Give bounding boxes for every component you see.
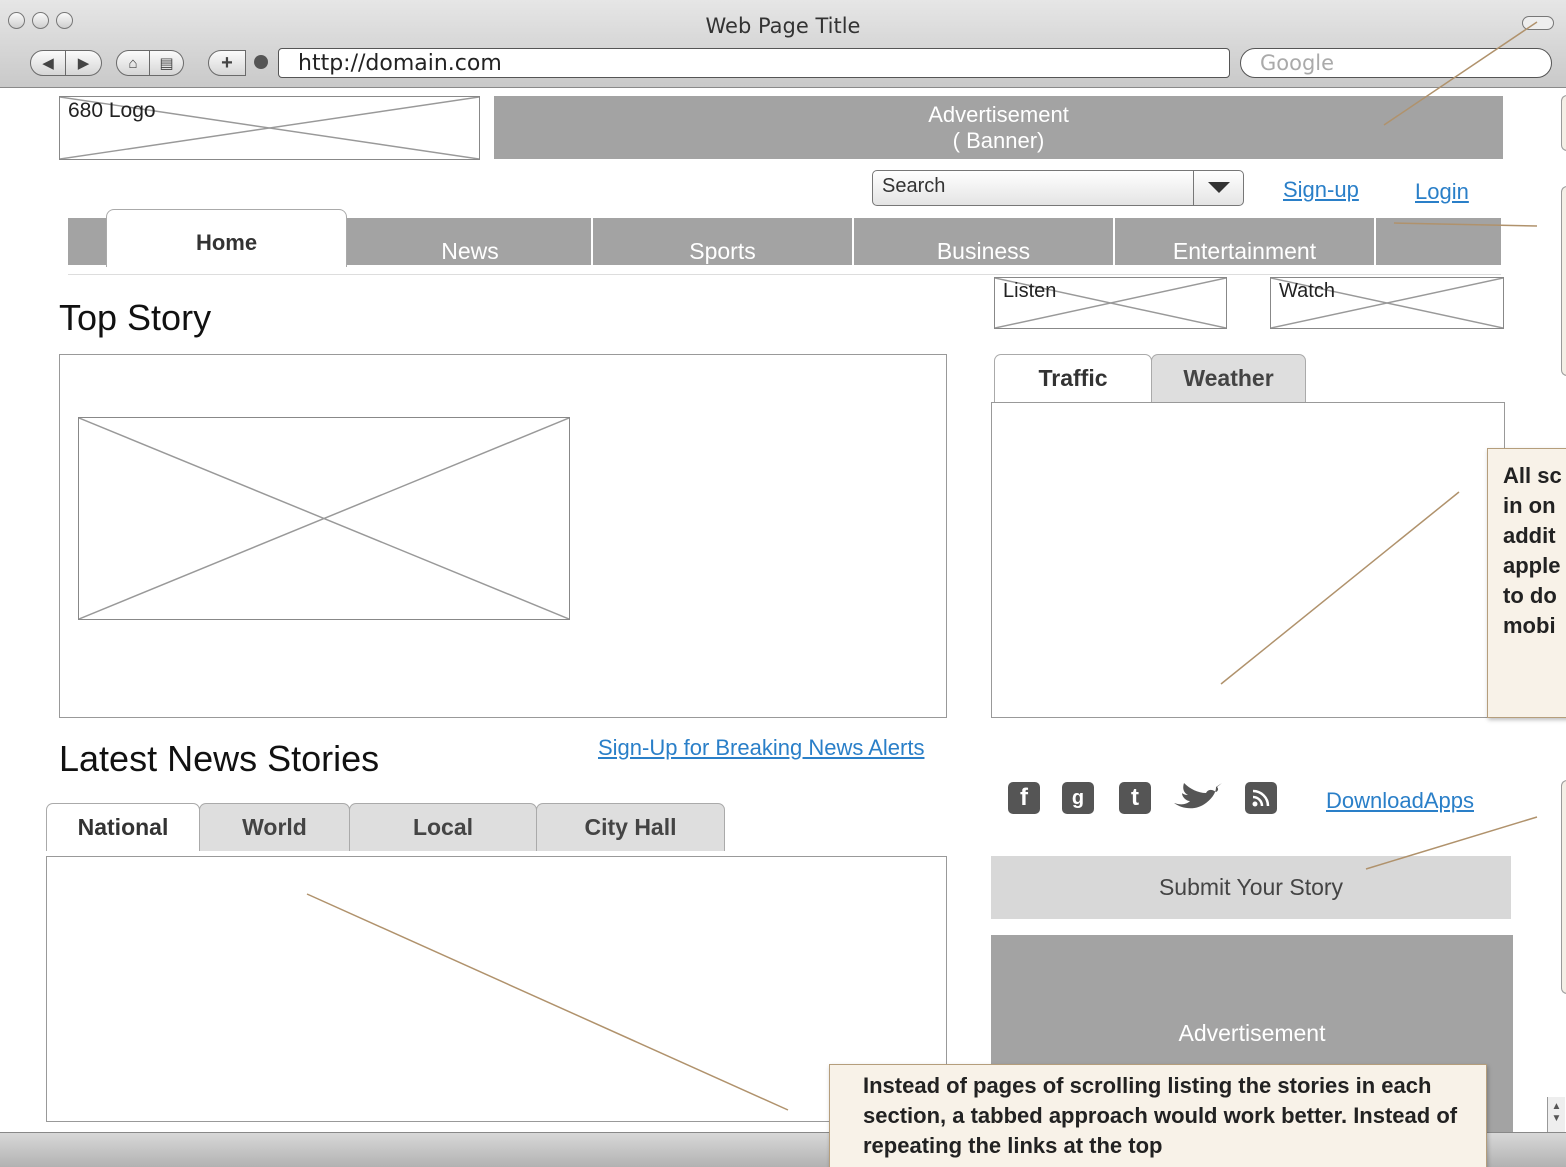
submit-story-button[interactable]: Submit Your Story <box>991 856 1511 919</box>
google-search-placeholder: Google <box>1260 51 1335 75</box>
nav-tab-home[interactable]: Home <box>106 209 347 267</box>
window-title: Web Page Title <box>705 14 861 38</box>
address-text: http://domain.com <box>298 51 502 76</box>
banner-ad-title: Advertisement <box>928 102 1069 127</box>
tab-traffic[interactable]: Traffic <box>994 354 1152 402</box>
listen-button[interactable]: Listen <box>994 277 1227 329</box>
banner-ad-subtitle: ( Banner) <box>952 128 1045 153</box>
nav-tab-news[interactable]: News <box>349 238 591 265</box>
banner-ad[interactable]: Advertisement ( Banner) <box>494 96 1503 159</box>
print-button[interactable]: ▤ <box>150 50 184 76</box>
annotation-tab <box>1561 186 1566 376</box>
google-plus-icon[interactable]: g <box>1060 780 1096 816</box>
plus-icon: + <box>221 51 233 74</box>
forward-button[interactable]: ▶ <box>66 50 102 76</box>
chevron-down-icon <box>1208 182 1230 193</box>
twitter-icon[interactable] <box>1170 780 1226 816</box>
add-bookmark-button[interactable]: + <box>208 50 246 76</box>
annotation-note-tabs: Instead of pages of scrolling listing th… <box>829 1064 1487 1167</box>
nav-tab-business[interactable]: Business <box>854 238 1113 265</box>
login-link[interactable]: Login <box>1415 179 1469 205</box>
latest-news-heading: Latest News Stories <box>59 738 380 779</box>
logo-label: 680 Logo <box>68 99 156 122</box>
back-arrow-icon: ◀ <box>42 55 54 72</box>
listen-label: Listen <box>1003 280 1057 302</box>
site-icon <box>254 55 268 69</box>
annotation-note-tabs-text: Instead of pages of scrolling listing th… <box>863 1073 1458 1158</box>
placeholder-cross <box>79 418 569 619</box>
latest-news-panel <box>46 856 947 1122</box>
tab-weather[interactable]: Weather <box>1151 354 1306 402</box>
tab-city-hall[interactable]: City Hall <box>536 803 725 851</box>
back-button[interactable]: ◀ <box>30 50 66 76</box>
toolbar-toggle-button[interactable] <box>1522 16 1554 30</box>
signup-link[interactable]: Sign-up <box>1283 177 1359 203</box>
scroll-arrows[interactable]: ▲ ▼ <box>1547 1097 1565 1132</box>
search-dropdown-arrow[interactable] <box>1193 170 1244 206</box>
top-story-image-placeholder[interactable] <box>78 417 570 620</box>
tab-world[interactable]: World <box>199 803 350 851</box>
tab-national[interactable]: National <box>46 803 200 851</box>
scroll-up-icon: ▲ <box>1551 1101 1562 1112</box>
house-icon: ⌂ <box>128 54 138 72</box>
traffic-weather-panel <box>991 402 1505 718</box>
scroll-down-icon: ▼ <box>1551 1113 1562 1124</box>
watch-button[interactable]: Watch <box>1270 277 1504 329</box>
nav-divider-line <box>68 274 1501 275</box>
nav-tab-sports[interactable]: Sports <box>593 238 852 265</box>
watch-label: Watch <box>1279 280 1335 302</box>
search-label: Search <box>882 175 946 197</box>
annotation-note-apps-text: All sc in on addit apple to do mobi <box>1503 463 1562 638</box>
download-apps-link[interactable]: DownloadApps <box>1326 788 1474 814</box>
tumblr-icon[interactable]: t <box>1117 780 1153 816</box>
breaking-news-alerts-link[interactable]: Sign-Up for Breaking News Alerts <box>598 735 924 761</box>
top-story-heading: Top Story <box>59 297 212 338</box>
annotation-tab <box>1561 95 1566 151</box>
forward-arrow-icon: ▶ <box>77 55 90 72</box>
rss-icon[interactable] <box>1243 780 1279 816</box>
browser-toolbar: Web Page Title ◀ ▶ ⌂ ▤ + http://domain.c… <box>0 0 1566 88</box>
home-button[interactable]: ⌂ <box>116 50 150 76</box>
annotation-tab <box>1561 780 1566 994</box>
tab-local[interactable]: Local <box>349 803 537 851</box>
annotation-note-apps: All sc in on addit apple to do mobi <box>1487 448 1566 718</box>
nav-tab-entertainment[interactable]: Entertainment <box>1115 238 1374 265</box>
logo-placeholder: 680 Logo <box>59 96 480 160</box>
printer-icon: ▤ <box>159 55 174 72</box>
facebook-icon[interactable]: f <box>1006 780 1042 816</box>
nav-divider <box>1374 218 1376 265</box>
